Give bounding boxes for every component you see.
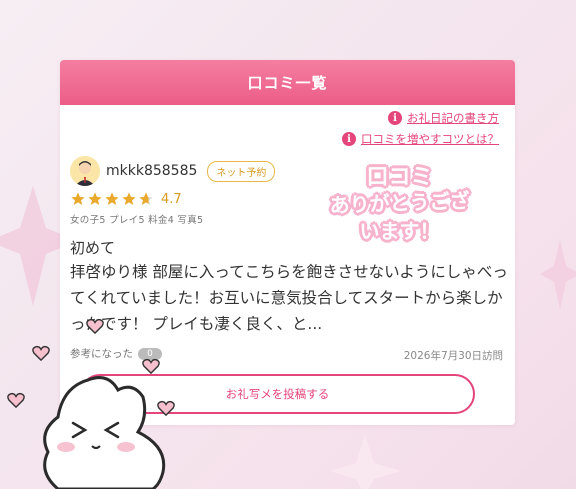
diary-guide-label: お礼日記の書き方 xyxy=(407,111,499,125)
info-icon: i xyxy=(342,132,356,146)
thanks-stamp: 口コミ ありがとうござ います！ xyxy=(297,157,502,247)
star-icon xyxy=(71,192,85,205)
card-header: 口コミ一覧 xyxy=(60,60,515,105)
stamp-text: います！ xyxy=(359,219,440,243)
star-icon xyxy=(105,192,119,205)
bunny-sticker-icon xyxy=(43,376,166,489)
review-body: 拝啓ゆり様 部屋に入ってこちらを飽きさせないようにしゃべってくれていました！お互… xyxy=(70,263,508,333)
helpful-label: 参考になった xyxy=(70,348,133,360)
star-icon xyxy=(122,192,136,205)
review-tips-link[interactable]: i 口コミを増やすコツとは？ xyxy=(342,131,499,147)
reviewer-row: mkkk858585 ネット予約 xyxy=(70,156,276,186)
star-sparkle-icon xyxy=(330,435,400,489)
rating-breakdown: 女の子5 プレイ5 料金4 写真5 xyxy=(70,215,204,226)
rating-value: 4.7 xyxy=(161,191,182,207)
page-title: 口コミ一覧 xyxy=(247,74,328,92)
star-icon xyxy=(88,192,102,205)
star-sparkle-icon xyxy=(540,240,576,310)
half-star-icon xyxy=(139,192,153,205)
heart-sticker-icon xyxy=(32,345,50,361)
heart-sticker-icon xyxy=(86,318,104,334)
review-tips-label: 口コミを増やすコツとは？ xyxy=(361,132,499,146)
username: mkkk858585 xyxy=(106,163,198,179)
rating: 4.7 xyxy=(70,191,182,207)
post-photo-label: お礼写メを投稿する xyxy=(225,387,330,401)
info-icon: i xyxy=(388,111,402,125)
user-avatar-icon xyxy=(70,156,100,186)
net-booking-badge: ネット予約 xyxy=(207,160,276,182)
visit-date: 2026年7月30日訪問 xyxy=(403,350,503,362)
diary-guide-link[interactable]: i お礼日記の書き方 xyxy=(388,110,499,126)
review-title: 初めて xyxy=(70,239,116,257)
